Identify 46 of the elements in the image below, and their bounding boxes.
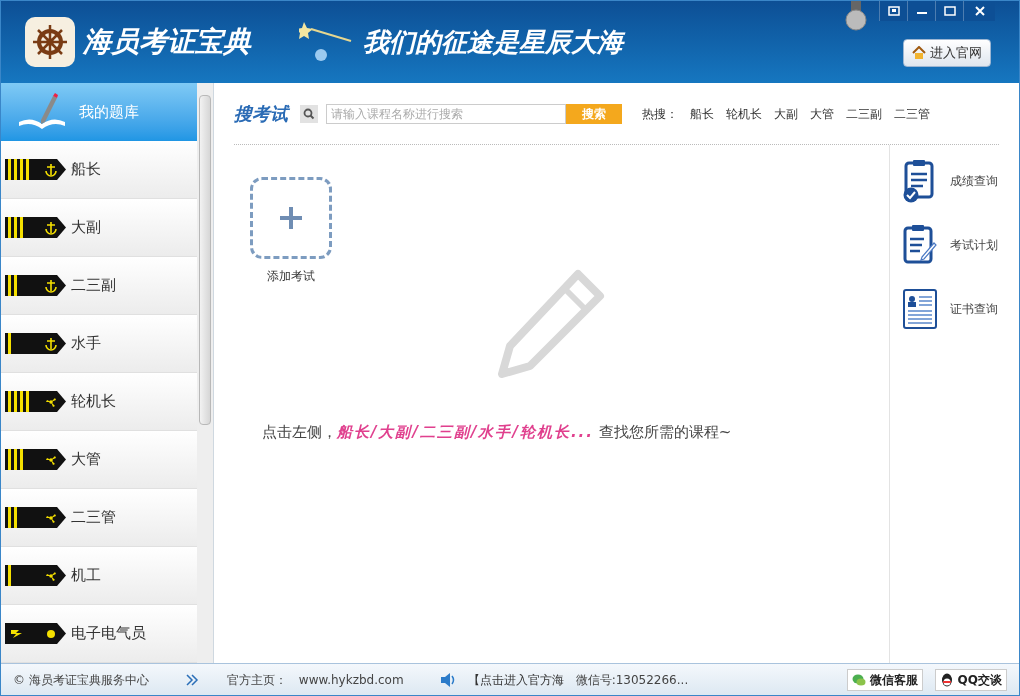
speaker-icon xyxy=(439,671,456,688)
penguin-icon xyxy=(939,672,954,687)
hot-search-link[interactable]: 船长 xyxy=(690,104,714,123)
double-chevron-icon xyxy=(184,673,199,686)
hot-search-link[interactable]: 轮机长 xyxy=(726,104,762,123)
notice-link[interactable]: 【点击进入官方海 xyxy=(467,670,564,689)
sidebar-item-label: 大副 xyxy=(71,217,101,239)
hot-search-link[interactable]: 大管 xyxy=(810,104,834,123)
add-exam-button[interactable] xyxy=(250,177,332,259)
hot-search-label: 热搜： xyxy=(642,105,678,123)
quick-link[interactable]: 成绩查询 xyxy=(902,157,999,205)
scrollbar[interactable] xyxy=(197,83,213,663)
sidebar-item-label: 水手 xyxy=(71,333,101,355)
hot-search-link[interactable]: 二三副 xyxy=(846,104,882,123)
add-exam-label: 添加考试 xyxy=(267,268,315,285)
sidebar-item-label: 电子电气员 xyxy=(71,623,146,645)
search-title: 搜考试 xyxy=(234,102,288,126)
certificate-icon xyxy=(902,287,938,331)
search-icon xyxy=(300,104,318,123)
sidebar-item-label: 二三管 xyxy=(71,507,116,529)
book-pencil-icon xyxy=(17,92,67,132)
sidebar-item-label: 二三副 xyxy=(71,275,116,297)
ship-wheel-logo-icon xyxy=(25,17,75,67)
sidebar-item-label: 机工 xyxy=(71,565,101,587)
copyright-text: © 海员考证宝典服务中心 xyxy=(13,671,149,689)
wechat-service-button[interactable]: 微信客服 xyxy=(846,668,923,691)
hot-search-link[interactable]: 二三管 xyxy=(894,104,930,123)
hint-text: 点击左侧，船长/大副/二三副/水手/轮机长... 查找您所需的课程~ xyxy=(262,422,733,443)
qq-chat-button[interactable]: QQ交谈 xyxy=(934,668,1007,691)
sidebar-item-label: 船长 xyxy=(71,159,101,181)
sidebar-item-label: 轮机长 xyxy=(71,391,116,413)
chat-bubble-icon xyxy=(851,672,866,687)
quick-link[interactable]: 考试计划 xyxy=(902,221,999,269)
sidebar-item-label: 大管 xyxy=(71,449,101,471)
plus-icon xyxy=(278,205,304,231)
homepage-label: 官方主页： xyxy=(226,671,287,689)
quick-link[interactable]: 证书查询 xyxy=(902,285,999,333)
medal-icon xyxy=(845,1,867,31)
clipboard-pencil-icon xyxy=(902,223,938,267)
website-button[interactable]: 进入官网 xyxy=(903,39,991,67)
hot-search-link[interactable]: 大副 xyxy=(774,104,798,123)
search-field[interactable]: 请输入课程名称进行搜索 xyxy=(326,103,566,124)
app-title: 海员考证宝典 xyxy=(83,24,251,60)
homepage-link[interactable]: www.hykzbd.com xyxy=(298,670,404,689)
home-icon xyxy=(912,46,926,60)
wechat-id-text: 微信号:13052266... xyxy=(575,671,689,689)
